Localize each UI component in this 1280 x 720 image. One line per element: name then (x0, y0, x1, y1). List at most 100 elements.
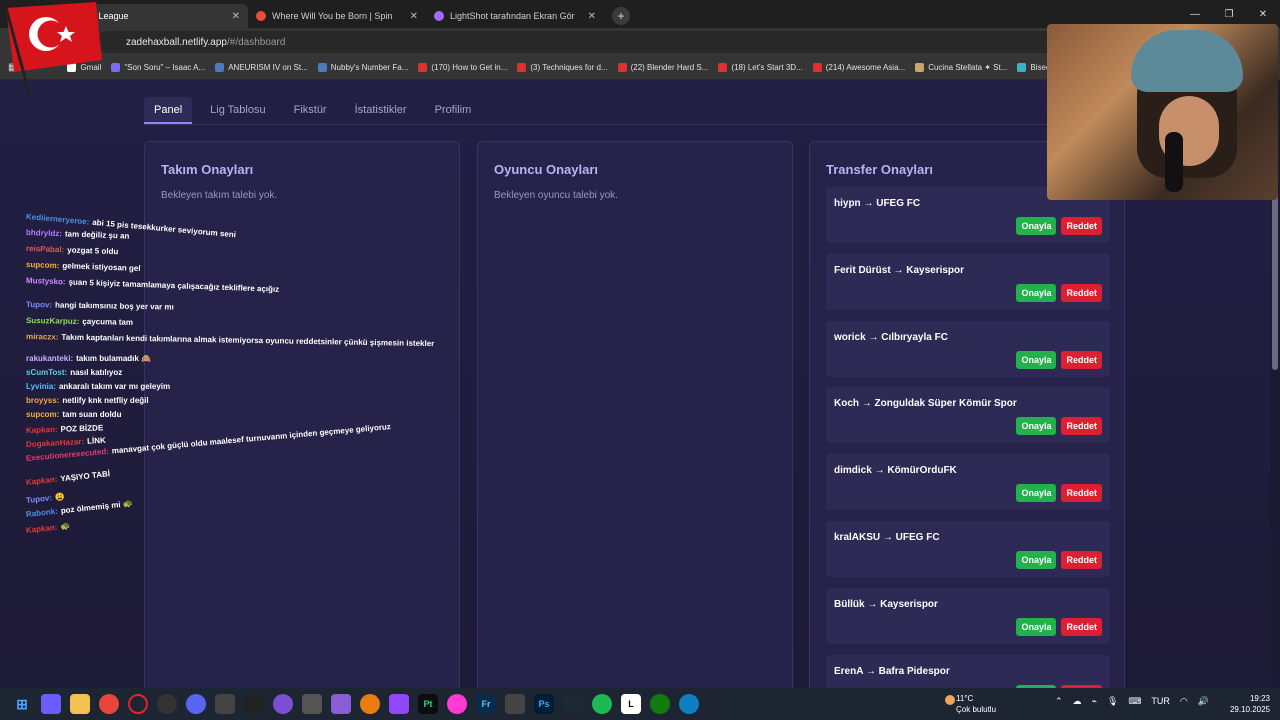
clock-time: 19:23 (1249, 694, 1270, 703)
blender-icon[interactable] (360, 694, 380, 714)
chat-user: sCumTost: (26, 368, 68, 377)
chat-user: bhdryldz: (25, 228, 63, 239)
app-icon[interactable] (215, 694, 235, 714)
chat-user: Mustysko: (25, 276, 66, 287)
notion-icon[interactable]: L (621, 694, 641, 714)
tab-fixtures[interactable]: Fikstür (284, 97, 337, 124)
network-icon[interactable]: ⌁ (1092, 696, 1097, 707)
discord-icon[interactable] (186, 694, 206, 714)
close-tab-icon[interactable]: ✕ (232, 11, 240, 22)
reject-button[interactable]: Reddet (1061, 283, 1102, 302)
bookmark-item[interactable]: Cucina Stellata ✦ St... (915, 63, 1007, 72)
chat-line: rakukanteki: takım bulamadık 🙈 (26, 354, 151, 363)
reject-button[interactable]: Reddet (1061, 217, 1102, 235)
transfer-name: dimdick → KömürOrduFK (834, 465, 957, 477)
windows-start-icon[interactable]: ⊞ (12, 694, 32, 714)
bookmark-item[interactable]: Nubby's Number Fa... (317, 63, 408, 72)
bookmark-item[interactable]: "Son Soru" – Isaac A... (111, 63, 205, 72)
transfer-item: kralAKSU → UFEG FC Onayla Reddet (826, 520, 1110, 577)
dashboard-nav: Panel Lig Tablosu Fikstür İstatistikler … (144, 97, 1109, 125)
tab-statistics[interactable]: İstatistikler (345, 97, 417, 124)
transfer-name: Büllük → Kayserispor (834, 598, 938, 610)
bookmark-item[interactable]: (18) Let's Start 3D... (718, 63, 803, 72)
chrome-icon[interactable] (99, 694, 119, 714)
transfer-approvals-title: Transfer Onayları (826, 162, 933, 177)
system-tray: ⌃ ☁ ⌁ 🎙 ⌨ TUR ◠ 🔊 (1055, 696, 1209, 707)
tab-profile[interactable]: Profilim (425, 97, 482, 124)
reject-button[interactable]: Reddet (1061, 417, 1102, 436)
obs-icon[interactable] (157, 694, 177, 714)
approve-button[interactable]: Onayla (1016, 217, 1057, 235)
bookmark-item[interactable]: ANEURISM IV on St... (215, 63, 308, 72)
chat-line: broyyss: netlify knk netfliy değil (26, 396, 149, 405)
transfer-name: Ferit Dürüst → Kayserispor (834, 264, 965, 276)
tab-panel[interactable]: Panel (144, 97, 193, 124)
transfer-name: hiypn → UFEG FC (834, 198, 921, 209)
chat-message: 🐢 (59, 521, 71, 532)
visual-studio-icon[interactable] (331, 694, 351, 714)
chat-user: broyyss: (26, 396, 60, 405)
url-field[interactable]: zadehaxball.netlify.app/#/dashboard (96, 31, 1076, 53)
browser-tab[interactable]: LightShot tarafından Ekran Gör ✕ (426, 4, 604, 28)
transfer-item: Koch → Zonguldak Süper Kömür Spor Onayla… (826, 387, 1110, 444)
language-indicator[interactable]: TUR (1151, 696, 1170, 707)
weather-widget[interactable]: 11°C Çok bulutlu (945, 693, 996, 715)
browser-tab[interactable]: Where Will You be Born | Spin ✕ (248, 4, 426, 28)
twitch-icon[interactable] (389, 694, 409, 714)
steam-icon[interactable] (563, 694, 583, 714)
chat-message: çaycuma tam (82, 316, 134, 327)
inkscape-icon[interactable] (505, 694, 525, 714)
bookmark-item[interactable]: (22) Blender Hard S... (617, 63, 708, 72)
pycharm-icon[interactable]: Pt (418, 694, 438, 714)
tab-title: l League (94, 11, 129, 21)
chat-message: ankaralı takım var mı geleyim (58, 382, 171, 391)
clock[interactable]: 19:23 29.10.2025 (1230, 693, 1270, 715)
figma-icon[interactable] (447, 694, 467, 714)
photoshop-icon[interactable]: Ps (534, 694, 554, 714)
tab-league-table[interactable]: Lig Tablosu (200, 97, 275, 124)
approve-button[interactable]: Onayla (1016, 484, 1057, 503)
bookmark-item[interactable]: (3) Techniques for d... (517, 63, 608, 72)
transfer-approvals-card: Transfer Onayları hiypn → UFEG FC Onayla… (809, 141, 1125, 688)
tray-expand-icon[interactable]: ⌃ (1055, 696, 1063, 707)
new-tab-button[interactable]: + (612, 7, 630, 25)
chat-message: takım bulamadık 🙈 (76, 354, 152, 363)
keyboard-icon[interactable]: ⌨ (1128, 696, 1141, 707)
reject-button[interactable]: Reddet (1061, 484, 1102, 503)
copilot-icon[interactable] (41, 694, 61, 714)
unreal-icon[interactable] (244, 694, 264, 714)
spotify-icon[interactable] (592, 694, 612, 714)
bookmark-favicon-icon (111, 63, 121, 72)
bookmark-favicon-icon (812, 63, 822, 72)
wifi-icon[interactable]: ◠ (1180, 696, 1188, 707)
team-approvals-title: Takım Onayları (161, 162, 254, 177)
close-tab-icon[interactable]: ✕ (588, 11, 596, 22)
transfer-item: dimdick → KömürOrduFK Onayla Reddet (826, 454, 1110, 511)
reject-button[interactable]: Reddet (1061, 550, 1102, 569)
approve-button[interactable]: Onayla (1016, 283, 1057, 302)
chat-message: yozgat 5 oldu (67, 245, 119, 257)
volume-icon[interactable]: 🔊 (1198, 696, 1209, 707)
reject-button[interactable]: Reddet (1061, 617, 1102, 636)
xbox-icon[interactable] (650, 694, 670, 714)
bookmark-favicon-icon (418, 63, 428, 72)
onedrive-icon[interactable]: ☁ (1073, 696, 1082, 707)
bookmark-item[interactable]: (170) How to Get in... (418, 63, 507, 72)
chat-user: Kapkan: (25, 424, 58, 435)
fresco-icon[interactable]: Fr (476, 694, 496, 714)
github-icon[interactable] (273, 694, 293, 714)
unity-icon[interactable] (302, 694, 322, 714)
file-explorer-icon[interactable] (70, 694, 90, 714)
opera-icon[interactable] (128, 694, 148, 714)
approve-button[interactable]: Onayla (1016, 350, 1057, 369)
chat-user: Lyvinia: (26, 382, 56, 391)
edge-icon[interactable] (679, 694, 699, 714)
approve-button[interactable]: Onayla (1016, 417, 1057, 436)
approve-button[interactable]: Onayla (1016, 550, 1057, 569)
bookmark-item[interactable]: (214) Awesome Asia... (812, 63, 905, 72)
reject-button[interactable]: Reddet (1061, 350, 1102, 369)
approve-button[interactable]: Onayla (1016, 617, 1057, 636)
mic-icon[interactable]: 🎙 (1107, 696, 1118, 707)
close-tab-icon[interactable]: ✕ (410, 11, 418, 22)
bookmark-favicon-icon (718, 63, 728, 72)
